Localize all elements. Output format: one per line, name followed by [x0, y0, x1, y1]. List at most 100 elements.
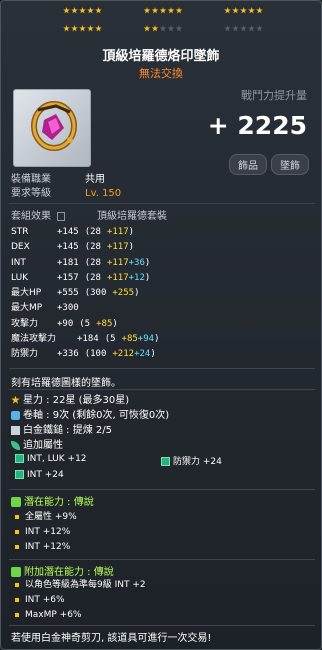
extra-stat: INT +24	[27, 470, 64, 480]
extra-stat-icon	[15, 454, 24, 463]
power-label: 戰鬥力提升量	[241, 89, 307, 102]
stat-row: 最大HP +555 (300 +255)	[11, 286, 159, 301]
stat-label: 魔法攻擊力	[11, 334, 57, 345]
stat-close: )	[144, 272, 151, 283]
stat-total: +90	[57, 318, 74, 329]
divider	[9, 559, 315, 560]
stat-total: +300	[57, 303, 79, 314]
bullet-icon	[15, 514, 19, 519]
stat-label: 攻擊力	[11, 318, 39, 329]
potential-lines: 全屬性 +9% INT +12% INT +12%	[15, 510, 77, 555]
stat-base: (5	[79, 318, 91, 329]
stat-starforce: +117	[106, 242, 129, 253]
star-group	[224, 7, 263, 14]
hammer-icon	[11, 425, 20, 435]
potential-title: 潛在能力 : 傳說	[24, 497, 94, 508]
stat-base: (28	[84, 242, 101, 253]
stat-close: )	[150, 349, 156, 360]
stat-starforce: +85	[96, 318, 113, 329]
req-level-value: Lv. 150	[85, 188, 122, 199]
bullet-icon	[15, 529, 19, 534]
bonus-potential-line: INT +6%	[25, 595, 65, 605]
stat-label: INT	[11, 257, 26, 268]
pendant-icon	[31, 101, 77, 151]
power-value: + 2225	[207, 111, 307, 140]
stat-row: 防禦力 +336 (100 +212+24)	[11, 347, 159, 362]
stat-total: +336	[57, 349, 79, 360]
req-level-label: 要求等級	[11, 188, 51, 199]
scroll-icon	[11, 410, 20, 420]
category-tag: 墜飾	[271, 154, 309, 175]
divider	[9, 389, 315, 390]
stat-starforce: +117	[106, 227, 129, 237]
potential-line: INT +12%	[25, 527, 71, 537]
bonus-potential-grade-icon	[11, 567, 21, 577]
potential-grade-icon	[11, 497, 21, 507]
job-label: 裝備職業	[11, 174, 51, 185]
requirements: 裝備職業 共用 要求等級 Lv. 150	[11, 173, 121, 201]
starforce-row-2	[63, 25, 263, 32]
scroll-text: 卷軸 : 9次 (剩餘0次, 可恢復0次)	[23, 410, 170, 421]
stat-base: (300	[84, 288, 107, 299]
stat-total: +184	[77, 334, 99, 345]
stat-row: 攻擊力 +90 (5 +85)	[11, 317, 159, 332]
extra-stat: 防禦力 +24	[173, 457, 222, 467]
stat-row: 最大MP +300	[11, 301, 159, 316]
stat-total: +181	[57, 257, 79, 268]
bullet-icon	[15, 582, 19, 587]
category-tag: 飾品	[229, 154, 267, 175]
stat-potential: +12	[128, 272, 145, 283]
item-description: 刻有培羅德圖樣的墜飾。	[11, 378, 121, 389]
stat-close: )	[144, 257, 151, 268]
stat-base: (28	[84, 257, 101, 268]
bonus-potential-line: MaxMP +6%	[25, 610, 82, 620]
extra-stat-icon	[15, 470, 24, 479]
stat-close: )	[128, 242, 135, 253]
stat-potential: +36	[128, 257, 145, 268]
set-info-icon	[57, 211, 66, 221]
bonus-potential-lines: 以角色等級為準每9級 INT +2 INT +6% MaxMP +6%	[15, 578, 146, 623]
stat-label: STR	[11, 227, 29, 237]
item-name: 頂級培羅德烙印墜飾	[102, 49, 220, 64]
set-effect: 套組效果 頂級培羅德套裝	[11, 207, 167, 222]
extra-stat-row: INT, LUK +12	[15, 454, 87, 464]
starforce-row-1	[63, 7, 263, 14]
stat-starforce: +117	[106, 257, 129, 268]
stat-label: LUK	[11, 272, 29, 283]
set-label: 套組效果	[11, 211, 51, 222]
potential-line: INT +12%	[25, 542, 71, 552]
stat-total: +145	[57, 227, 79, 237]
footer-note: 若使用白金神奇剪刀, 該道具可進行一次交易!	[11, 633, 212, 644]
stat-base: (100	[84, 349, 107, 360]
stat-potential: +94	[137, 334, 155, 345]
stat-total: +555	[57, 288, 79, 299]
divider	[9, 203, 315, 204]
stat-list: STR +145 (28 +117) DEX +145 (28 +117) INT +181 (28…	[11, 225, 159, 363]
stat-base: (5	[104, 334, 116, 345]
stat-starforce: +85	[121, 334, 138, 345]
stat-label: 防禦力	[11, 349, 39, 360]
divider	[9, 489, 315, 490]
stat-potential: +24	[134, 349, 151, 360]
extra-stat: INT, LUK +12	[27, 454, 87, 464]
stat-row: INT +181 (28 +117+36)	[11, 256, 159, 271]
divider	[9, 625, 315, 626]
stat-label: 最大MP	[11, 303, 43, 314]
bonus-potential-title: 附加潛在能力 : 傳說	[24, 567, 114, 578]
starforce-text: 星力 : 22星 (最多30星)	[23, 395, 130, 406]
stat-starforce: +255	[112, 288, 135, 299]
stat-label: 最大HP	[11, 288, 42, 299]
extra-stat-row: 防禦力 +24	[161, 454, 222, 467]
potential-line: 全屬性 +9%	[25, 512, 77, 522]
star-group	[63, 25, 102, 32]
stat-close: )	[154, 334, 160, 345]
stat-label: DEX	[11, 242, 30, 253]
divider	[9, 368, 315, 369]
leaf-icon	[11, 440, 20, 450]
job-value: 共用	[85, 174, 105, 185]
stat-total: +157	[57, 272, 79, 283]
stat-total: +145	[57, 242, 79, 253]
item-tooltip: 頂級培羅德烙印墜飾 無法交換 戰鬥力提升量 + 2225 飾品 墜飾 裝備職業 共…	[0, 0, 322, 650]
extra-stats-label: 追加屬性	[23, 440, 63, 451]
potential-header: 潛在能力 : 傳說	[11, 493, 94, 508]
